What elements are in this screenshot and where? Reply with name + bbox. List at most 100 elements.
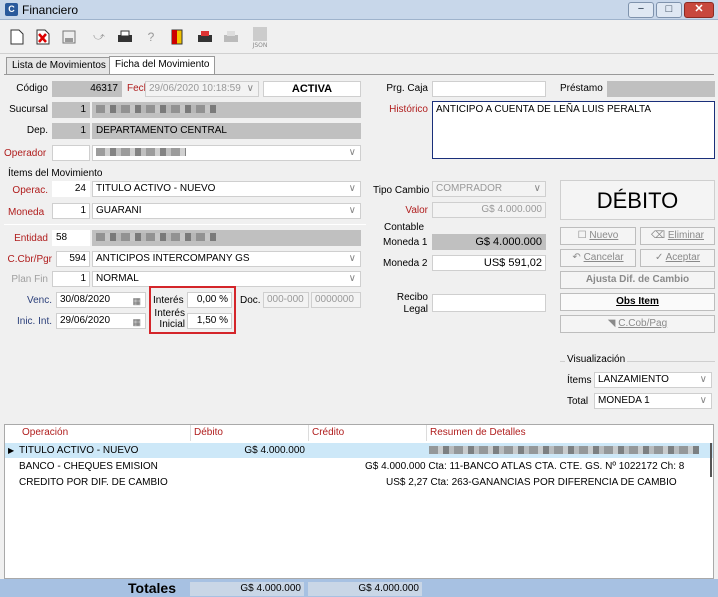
exit-icon[interactable] [166, 25, 188, 49]
operador-name-field[interactable] [92, 145, 361, 161]
table-row[interactable]: BANCO - CHEQUES EMISION G$ 4.000.000 Cta… [5, 459, 713, 474]
print-icon[interactable] [114, 25, 136, 49]
col-header-resumen[interactable]: Resumen de Detalles [427, 425, 713, 441]
dep-name-field: DEPARTAMENTO CENTRAL [92, 123, 361, 139]
obs-item-label: Obs Item [616, 296, 659, 307]
doc-prefix-field[interactable]: 000-000 [263, 292, 309, 308]
valor-field: G$ 4.000.000 [432, 202, 546, 218]
ccbr-code-field[interactable]: 594 [56, 251, 90, 267]
nuevo-button[interactable]: ☐ Nuevo [560, 227, 636, 245]
recibo-legal-label: Recibo Legal [396, 292, 428, 315]
minimize-button[interactable]: − [628, 2, 654, 18]
status-badge: ACTIVA [263, 81, 361, 97]
venc-date-field[interactable]: 30/08/2020 ▦ [56, 292, 146, 308]
moneda-code-field[interactable]: 1 [52, 203, 90, 219]
debito-indicator: DÉBITO [560, 180, 715, 220]
col-header-operacion[interactable]: Operación [19, 425, 191, 441]
table-row[interactable]: ▶ TITULO ACTIVO - NUEVO G$ 4.000.000 [5, 443, 713, 458]
obs-item-button[interactable]: Obs Item [560, 293, 715, 311]
doc-number-field[interactable]: 0000000 [311, 292, 361, 308]
operador-code-field[interactable] [52, 145, 90, 161]
operac-select[interactable]: TITULO ACTIVO - NUEVO [92, 181, 361, 197]
col-header-credito[interactable]: Crédito [309, 425, 427, 441]
operac-label: Operac. [12, 185, 48, 196]
entidad-name-field [92, 230, 361, 246]
sucursal-label: Sucursal [9, 104, 48, 115]
prg-caja-field[interactable] [432, 81, 546, 97]
aceptar-label: Aceptar [665, 252, 701, 263]
print-red-icon[interactable] [194, 25, 216, 49]
toolbar: ⤻ ? JSON [0, 21, 718, 54]
tipo-cambio-select[interactable]: COMPRADOR [432, 181, 546, 197]
contable-label: Contable [384, 222, 425, 233]
json-icon[interactable]: JSON [248, 25, 272, 49]
grid-scrollbar[interactable] [710, 443, 712, 477]
items-section-label: Ítems del Movimiento [8, 168, 103, 179]
return-icon[interactable]: ⤻ [88, 25, 110, 49]
calendar-icon[interactable]: ▦ [132, 315, 141, 328]
prestamo-field [607, 81, 715, 97]
tab-ficha-movimiento[interactable]: Ficha del Movimiento [109, 56, 216, 75]
col-header-debito[interactable]: Débito [191, 425, 309, 441]
totals-bar: Totales G$ 4.000.000 G$ 4.000.000 [0, 579, 718, 597]
app-icon: C [5, 3, 18, 16]
ccbr-label: C.Cbr/Pgr [7, 254, 52, 265]
delete-icon[interactable] [32, 25, 54, 49]
total-view-select[interactable]: MONEDA 1 [594, 393, 712, 409]
entidad-code-field[interactable]: 58 [52, 230, 90, 246]
interes-field[interactable]: 0,00 % [187, 292, 232, 308]
dep-label: Dep. [26, 125, 48, 136]
title-bar: C Financiero − □ ✕ [0, 0, 718, 20]
ccob-pag-label: C.Cob/Pag [618, 318, 668, 329]
items-view-label: Ítems [567, 375, 592, 386]
cancelar-label: Cancelar [583, 252, 624, 263]
cancelar-button[interactable]: ↶ Cancelar [560, 249, 636, 267]
interes-inicial-label: Interés Inicial [154, 308, 185, 330]
aceptar-button[interactable]: ✓ Aceptar [640, 249, 715, 267]
window-title: Financiero [22, 3, 79, 17]
ccbr-select[interactable]: ANTICIPOS INTERCOMPANY GS [92, 251, 361, 267]
historico-textarea[interactable]: ANTICIPO A CUENTA DE LEÑA LUIS PERALTA [432, 101, 715, 159]
table-row[interactable]: CREDITO POR DIF. DE CAMBIO US$ 2,27 Cta:… [5, 475, 713, 490]
calendar-icon[interactable]: ▦ [132, 294, 141, 307]
row-operacion: BANCO - CHEQUES EMISION [19, 461, 158, 472]
row-resumen: G$ 4.000.000 Cta: 11-BANCO ATLAS CTA. CT… [365, 461, 685, 472]
interes-label: Interés [153, 295, 184, 306]
moneda-label: Moneda [8, 207, 45, 218]
movements-grid[interactable]: Operación Débito Crédito Resumen de Deta… [4, 424, 714, 579]
fecha-field[interactable]: 29/06/2020 10:18:59 [145, 81, 259, 97]
inic-int-label: Inic. Int. [16, 316, 52, 327]
eliminar-button[interactable]: ⌫ Eliminar [640, 227, 715, 245]
prg-caja-label: Prg. Caja [386, 83, 428, 94]
total-view-label: Total [567, 396, 589, 407]
tab-lista-movimientos[interactable]: Lista de Movimientos [6, 57, 112, 74]
inic-int-date-field[interactable]: 29/06/2020 ▦ [56, 313, 146, 329]
interes-inicial-field[interactable]: 1,50 % [187, 313, 232, 329]
moneda2-label: Moneda 2 [383, 258, 428, 269]
maximize-button[interactable]: □ [656, 2, 682, 18]
operador-label: Operador [4, 148, 47, 159]
undo-icon: ↶ [572, 252, 584, 263]
eliminar-label: Eliminar [667, 230, 705, 241]
tipo-cambio-label: Tipo Cambio [373, 185, 430, 196]
plan-fin-label: Plan Fin [11, 274, 48, 285]
print-disabled-icon[interactable] [220, 25, 242, 49]
new-document-icon[interactable] [6, 25, 28, 49]
recibo-legal-field[interactable] [432, 294, 546, 312]
save-icon[interactable] [58, 25, 80, 49]
help-icon[interactable]: ? [140, 25, 162, 49]
ajusta-dif-cambio-button[interactable]: Ajusta Dif. de Cambio [560, 271, 715, 289]
operac-code-field[interactable]: 24 [52, 181, 90, 197]
moneda-select[interactable]: GUARANI [92, 203, 361, 219]
row-operacion: TITULO ACTIVO - NUEVO [19, 445, 139, 456]
venc-label: Venc. [26, 295, 52, 306]
totales-label: Totales [128, 580, 176, 596]
plan-code-field[interactable]: 1 [52, 271, 90, 287]
row-resumen [429, 443, 699, 458]
checkbox-icon: ☐ [577, 230, 590, 241]
ccob-pag-button[interactable]: ◥ C.Cob/Pag [560, 315, 715, 333]
items-view-select[interactable]: LANZAMIENTO [594, 372, 712, 388]
plan-select[interactable]: NORMAL [92, 271, 361, 287]
close-button[interactable]: ✕ [684, 2, 714, 18]
moneda1-label: Moneda 1 [383, 237, 428, 248]
